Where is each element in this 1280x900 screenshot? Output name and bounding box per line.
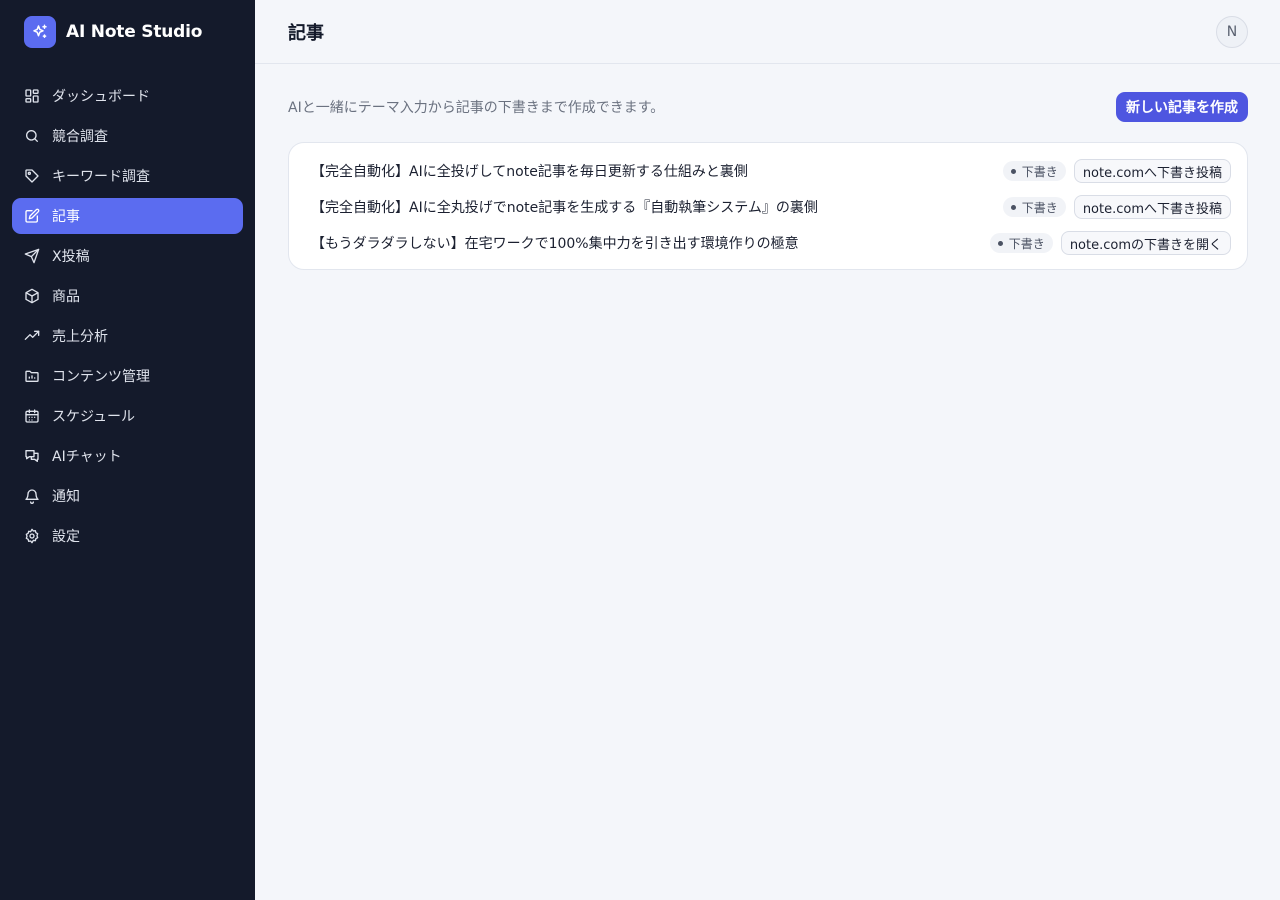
sidebar-item-notifications[interactable]: 通知 [12,478,243,514]
status-label: 下書き [1008,236,1045,251]
search-icon [24,128,40,144]
gear-icon [24,528,40,544]
sidebar-item-settings[interactable]: 設定 [12,518,243,554]
sidebar-item-keyword-research[interactable]: キーワード調査 [12,158,243,194]
sidebar-item-label: 商品 [52,289,80,305]
post-draft-button[interactable]: note.comへ下書き投稿 [1073,159,1231,183]
new-article-button[interactable]: 新しい記事を作成 [1116,92,1248,122]
chat-icon [24,448,40,464]
avatar[interactable]: N [1216,15,1248,48]
intro-row: AIと一緒にテーマ入力から記事の下書きまで作成できます。 新しい記事を作成 [288,92,1248,122]
folder-icon [24,368,40,384]
calendar-icon [24,408,40,424]
sparkles-icon [24,16,56,48]
article-title[interactable]: 【もうダラダラしない】在宅ワークで100%集中力を引き出す環境作りの極意 [311,233,799,253]
status-dot-icon [997,240,1003,246]
bell-icon [24,488,40,504]
sidebar-item-label: キーワード調査 [52,169,150,185]
list-item: 【もうダラダラしない】在宅ワークで100%集中力を引き出す環境作りの極意 下書き… [311,231,1231,255]
sidebar-item-label: 設定 [52,529,80,545]
status-badge: 下書き [989,233,1053,253]
sidebar-item-label: X投稿 [52,249,90,265]
article-title[interactable]: 【完全自動化】AIに全投げしてnote記事を毎日更新する仕組みと裏側 [311,161,748,181]
list-item: 【完全自動化】AIに全丸投げでnote記事を生成する『自動執筆システム』の裏側 … [311,195,1231,219]
row-actions: 下書き note.comへ下書き投稿 [1002,195,1231,219]
status-badge: 下書き [1002,161,1066,181]
main-area: 記事 N AIと一緒にテーマ入力から記事の下書きまで作成できます。 新しい記事を… [255,0,1280,900]
app-root: AI Note Studio ダッシュボード 競合調査 キーワード調査 記事 X… [0,0,1280,900]
edit-icon [24,208,40,224]
sidebar-item-dashboard[interactable]: ダッシュボード [12,78,243,114]
status-label: 下書き [1021,164,1058,179]
intro-text: AIと一緒にテーマ入力から記事の下書きまで作成できます。 [288,100,665,116]
sidebar-item-label: 記事 [52,209,80,225]
sidebar-item-sales-analysis[interactable]: 売上分析 [12,318,243,354]
status-badge: 下書き [1002,197,1066,217]
sidebar-item-label: スケジュール [52,409,136,425]
sidebar-item-label: 売上分析 [52,329,108,345]
trending-up-icon [24,328,40,344]
status-label: 下書き [1021,200,1058,215]
status-dot-icon [1010,168,1016,174]
sidebar-item-label: 競合調査 [52,129,108,145]
sidebar-item-label: AIチャット [52,449,122,465]
sidebar-item-products[interactable]: 商品 [12,278,243,314]
sidebar-item-schedule[interactable]: スケジュール [12,398,243,434]
article-list: 【完全自動化】AIに全投げしてnote記事を毎日更新する仕組みと裏側 下書き n… [288,142,1248,270]
sidebar-item-competitor-research[interactable]: 競合調査 [12,118,243,154]
content: AIと一緒にテーマ入力から記事の下書きまで作成できます。 新しい記事を作成 【完… [255,64,1280,270]
package-icon [24,288,40,304]
open-draft-button[interactable]: note.comの下書きを開く [1060,231,1231,255]
article-title[interactable]: 【完全自動化】AIに全丸投げでnote記事を生成する『自動執筆システム』の裏側 [311,197,818,217]
sidebar-nav: ダッシュボード 競合調査 キーワード調査 記事 X投稿 商品 売上分析 コンテン… [0,78,255,558]
send-icon [24,248,40,264]
sidebar-item-label: コンテンツ管理 [52,369,150,385]
sidebar-item-ai-chat[interactable]: AIチャット [12,438,243,474]
topbar: 記事 N [255,0,1280,64]
dashboard-grid-icon [24,88,40,104]
row-actions: 下書き note.comへ下書き投稿 [1002,159,1231,183]
sidebar-item-articles[interactable]: 記事 [12,198,243,234]
tag-icon [24,168,40,184]
post-draft-button[interactable]: note.comへ下書き投稿 [1073,195,1231,219]
row-actions: 下書き note.comの下書きを開く [989,231,1231,255]
list-item: 【完全自動化】AIに全投げしてnote記事を毎日更新する仕組みと裏側 下書き n… [311,159,1231,183]
sidebar-item-label: ダッシュボード [52,89,150,105]
brand[interactable]: AI Note Studio [0,16,255,48]
sidebar-item-label: 通知 [52,489,80,505]
sidebar-item-content-management[interactable]: コンテンツ管理 [12,358,243,394]
sidebar: AI Note Studio ダッシュボード 競合調査 キーワード調査 記事 X… [0,0,255,900]
page-title: 記事 [288,22,324,44]
sidebar-item-x-posts[interactable]: X投稿 [12,238,243,274]
brand-name: AI Note Studio [66,22,203,42]
status-dot-icon [1010,204,1016,210]
